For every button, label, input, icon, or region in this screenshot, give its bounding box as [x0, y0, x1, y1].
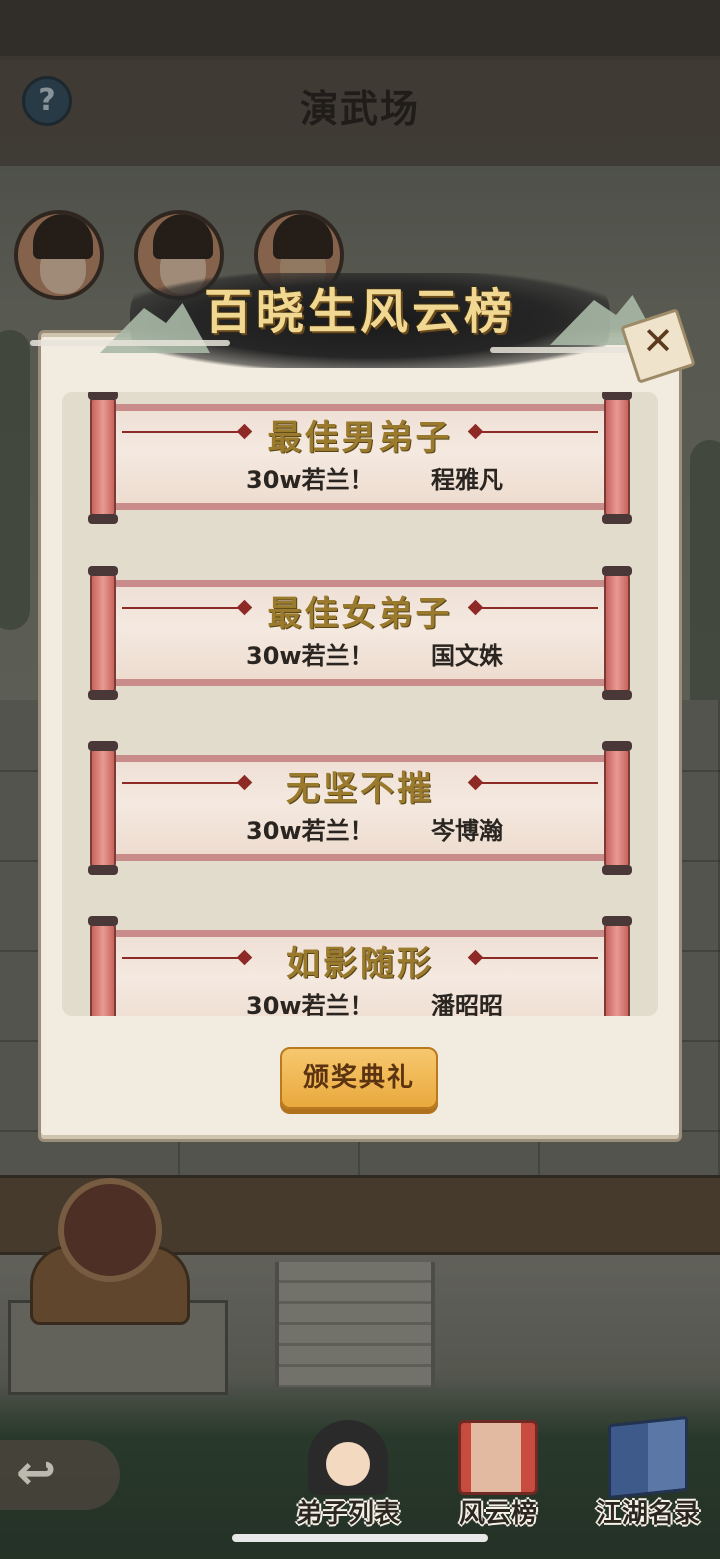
- close-button[interactable]: ✕: [620, 308, 696, 384]
- close-icon: ✕: [642, 319, 674, 363]
- disciple-icon: [308, 1420, 388, 1495]
- award-title: 最佳女弟子: [267, 594, 453, 634]
- nav-label: 江湖名录: [595, 1499, 700, 1529]
- scroll-icon: [458, 1420, 538, 1495]
- award-reward: 30w若兰！: [246, 817, 374, 845]
- back-button[interactable]: ↩: [0, 1440, 120, 1510]
- award-ceremony-button[interactable]: 颁奖典礼: [280, 1047, 438, 1109]
- nav-label: 弟子列表: [295, 1499, 400, 1529]
- award-reward: 30w若兰！: [246, 466, 374, 494]
- award-winner: 潘昭昭: [431, 992, 503, 1016]
- award-winner: 国文姝: [431, 642, 503, 670]
- award-title: 最佳男弟子: [267, 418, 453, 458]
- award-winner: 岑博瀚: [431, 817, 503, 845]
- award-scroll: 如影随形 30w若兰！ 潘昭昭: [86, 916, 634, 1016]
- award-list[interactable]: 最佳男弟子 30w若兰！ 程雅凡 最佳女弟子 30w若兰！ 国文姝 无坚不摧 3…: [62, 392, 658, 1016]
- modal-title: 百晓生风云榜: [203, 284, 516, 340]
- home-indicator[interactable]: [232, 1534, 488, 1542]
- award-reward: 30w若兰！: [246, 992, 374, 1016]
- book-icon: [608, 1415, 688, 1500]
- award-winner: 程雅凡: [431, 466, 503, 494]
- cloud-stroke: [490, 347, 650, 353]
- award-scroll: 最佳女弟子 30w若兰！ 国文姝: [86, 566, 634, 700]
- nav-leaderboard[interactable]: 风云榜: [428, 1415, 568, 1535]
- nav-jianghu-roster[interactable]: 江湖名录: [578, 1415, 718, 1535]
- award-title: 无坚不摧: [286, 769, 434, 809]
- award-reward: 30w若兰！: [246, 642, 374, 670]
- nav-disciple-list[interactable]: 弟子列表: [278, 1415, 418, 1535]
- back-arrow-icon: ↩: [16, 1445, 57, 1501]
- nav-label: 风云榜: [458, 1499, 537, 1529]
- award-title: 如影随形: [286, 944, 434, 984]
- award-scroll: 无坚不摧 30w若兰！ 岑博瀚: [86, 741, 634, 875]
- award-scroll: 最佳男弟子 30w若兰！ 程雅凡: [86, 392, 634, 524]
